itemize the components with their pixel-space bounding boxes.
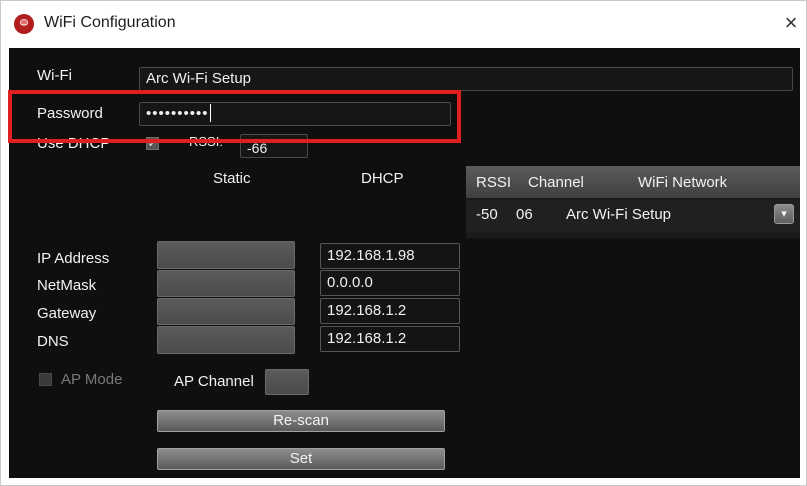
password-value: ••••••••••	[146, 105, 209, 122]
wifi-ssid-field[interactable]: Arc Wi-Fi Setup	[139, 67, 793, 91]
column-header-channel[interactable]: Channel	[528, 174, 584, 191]
use-dhcp-label: Use DHCP	[37, 135, 111, 150]
column-header-rssi[interactable]: RSSI	[476, 174, 511, 191]
dhcp-header: DHCP	[361, 170, 404, 187]
column-header-network[interactable]: WiFi Network	[638, 174, 727, 191]
set-button[interactable]: Set	[157, 448, 445, 470]
row-network: Arc Wi-Fi Setup	[566, 206, 672, 223]
password-label: Password	[37, 105, 103, 122]
ip-address-label: IP Address	[37, 250, 110, 267]
use-dhcp-checkbox[interactable]: ✓	[146, 137, 159, 150]
wifi-configuration-window: WiFi Configuration × Wi-Fi Arc Wi-Fi Set…	[0, 0, 807, 486]
dialog-body: Wi-Fi Arc Wi-Fi Setup Password •••••••••…	[9, 48, 800, 478]
ap-channel-label: AP Channel	[174, 373, 254, 390]
ap-mode-checkbox[interactable]	[39, 373, 52, 386]
dns-label: DNS	[37, 333, 69, 350]
static-dns-field[interactable]	[157, 326, 295, 354]
wifi-label: Wi-Fi	[37, 67, 72, 84]
title-bar: WiFi Configuration ×	[1, 1, 806, 47]
network-list-row[interactable]: -50 06 Arc Wi-Fi Setup ▾	[466, 200, 800, 232]
ap-mode-label: AP Mode	[61, 371, 123, 388]
static-header: Static	[213, 170, 251, 187]
rssi-value: -66	[240, 134, 308, 158]
password-field[interactable]: ••••••••••	[139, 102, 451, 126]
static-ip-field[interactable]	[157, 241, 295, 269]
app-icon	[14, 14, 34, 34]
dhcp-netmask-field[interactable]: 0.0.0.0	[320, 270, 460, 296]
dhcp-dns-field[interactable]: 192.168.1.2	[320, 326, 460, 352]
netmask-label: NetMask	[37, 277, 97, 294]
ap-channel-field[interactable]	[265, 369, 309, 395]
static-gateway-field[interactable]	[157, 298, 295, 325]
row-rssi: -50	[476, 206, 498, 223]
network-list-header: RSSI Channel WiFi Network	[466, 166, 800, 198]
gateway-label: Gateway	[37, 305, 97, 322]
close-icon[interactable]: ×	[779, 10, 803, 36]
chevron-down-icon[interactable]: ▾	[774, 204, 794, 224]
dhcp-gateway-field[interactable]: 192.168.1.2	[320, 298, 460, 324]
static-netmask-field[interactable]	[157, 270, 295, 297]
dhcp-ip-field[interactable]: 192.168.1.98	[320, 243, 460, 269]
wifi-network-list: RSSI Channel WiFi Network -50 06 Arc Wi-…	[466, 166, 800, 238]
rssi-label: RSSI:	[189, 134, 223, 147]
rescan-button[interactable]: Re-scan	[157, 410, 445, 432]
text-caret	[209, 104, 212, 123]
row-channel: 06	[516, 206, 533, 223]
window-title: WiFi Configuration	[44, 14, 176, 31]
